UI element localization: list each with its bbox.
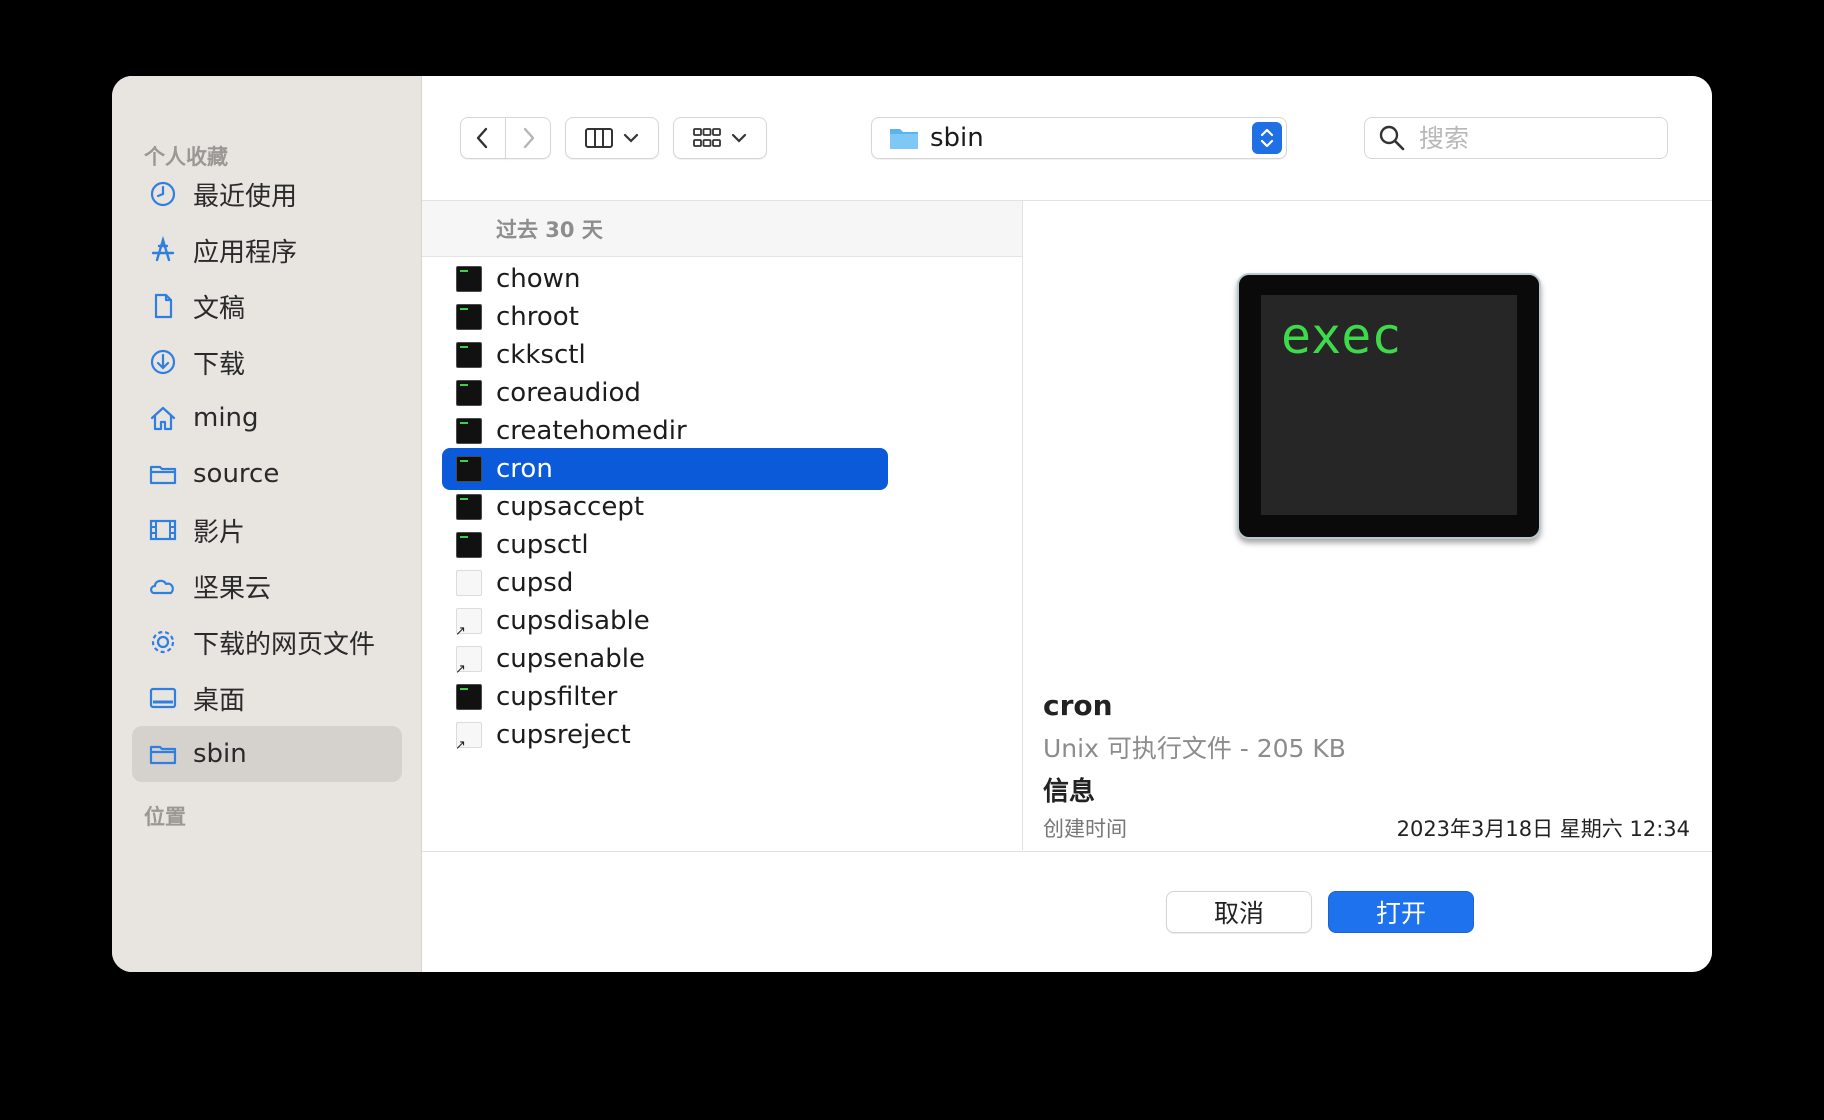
list-item[interactable]: cupsctl xyxy=(442,524,888,566)
list-item[interactable]: cupsreject xyxy=(442,714,888,756)
executable-icon xyxy=(456,304,482,330)
icon-text: exec xyxy=(1281,307,1402,365)
gear-icon xyxy=(147,626,179,658)
sidebar-item-recents[interactable]: 最近使用 xyxy=(132,166,402,222)
executable-icon xyxy=(456,266,482,292)
sidebar-item-applications[interactable]: 应用程序 xyxy=(132,222,402,278)
list-item[interactable]: cupsenable xyxy=(442,638,888,680)
executable-icon xyxy=(456,342,482,368)
executable-icon xyxy=(456,418,482,444)
search-input[interactable] xyxy=(1417,122,1661,154)
film-icon xyxy=(147,514,179,546)
home-icon xyxy=(147,402,179,434)
list-item[interactable]: ckksctl xyxy=(442,334,888,376)
preview-pane: exec cron Unix 可执行文件 - 205 KB 信息 创建时间 20… xyxy=(1023,201,1712,850)
alias-icon xyxy=(455,608,482,639)
sidebar-item-label: ming xyxy=(193,403,259,433)
alias-icon xyxy=(455,646,482,677)
executable-icon xyxy=(456,380,482,406)
list-item[interactable]: chown xyxy=(442,258,888,300)
clock-icon xyxy=(147,178,179,210)
open-button[interactable]: 打开 xyxy=(1328,891,1474,933)
list-item[interactable]: createhomedir xyxy=(442,410,888,452)
sidebar-heading-locations: 位置 xyxy=(144,805,186,829)
preview-created-value: 2023年3月18日 星期六 12:34 xyxy=(1396,817,1690,841)
cancel-button[interactable]: 取消 xyxy=(1166,891,1312,933)
sidebar-item-label: 下载 xyxy=(193,349,246,380)
sidebar-item-label: 最近使用 xyxy=(193,181,298,212)
grid-icon xyxy=(693,128,721,147)
preview-filename: cron xyxy=(1043,689,1113,722)
sidebar-item-desktop[interactable]: 桌面 xyxy=(132,670,402,726)
sidebar-item-label: sbin xyxy=(193,739,247,769)
folder-icon xyxy=(147,458,179,490)
forward-button[interactable] xyxy=(505,117,551,159)
sidebar-item-web-downloads[interactable]: 下载的网页文件 xyxy=(132,614,402,670)
columns-view-icon xyxy=(585,128,613,148)
apps-icon xyxy=(147,234,179,266)
executable-icon xyxy=(456,494,482,520)
sidebar-item-label: 文稿 xyxy=(193,293,246,324)
sidebar-item-label: 影片 xyxy=(193,517,246,548)
list-item[interactable]: coreaudiod xyxy=(442,372,888,414)
executable-icon: exec xyxy=(1237,273,1541,539)
sidebar-item-label: source xyxy=(193,459,280,489)
executable-icon xyxy=(456,456,482,482)
sidebar-item-label: 桌面 xyxy=(193,685,246,716)
chevron-down-icon xyxy=(623,133,639,143)
list-item[interactable]: chroot xyxy=(442,296,888,338)
download-icon xyxy=(147,346,179,378)
bottom-bar xyxy=(422,851,1712,972)
up-down-arrows-icon xyxy=(1260,128,1274,148)
sidebar-item-label: 坚果云 xyxy=(193,573,272,604)
sidebar-item-label: 应用程序 xyxy=(193,237,298,268)
path-popup[interactable]: sbin xyxy=(871,117,1287,159)
sidebar-item-movies[interactable]: 影片 xyxy=(132,502,402,558)
alias-icon xyxy=(455,722,482,753)
group-button[interactable] xyxy=(673,117,767,159)
back-button[interactable] xyxy=(460,117,506,159)
preview-created-label: 创建时间 xyxy=(1043,817,1127,841)
desktop-icon xyxy=(147,682,179,714)
sidebar-item-home[interactable]: ming xyxy=(132,390,402,446)
list-item[interactable]: cupsaccept xyxy=(442,486,888,528)
preview-info-heading: 信息 xyxy=(1043,777,1096,807)
folder-icon xyxy=(890,129,918,149)
document-icon xyxy=(456,570,482,596)
folder-icon xyxy=(147,738,179,770)
chevron-down-icon xyxy=(731,133,747,143)
document-icon xyxy=(147,290,179,322)
sidebar-item-source[interactable]: source xyxy=(132,446,402,502)
list-item[interactable]: cupsd xyxy=(442,562,888,604)
sidebar-item-documents[interactable]: 文稿 xyxy=(132,278,402,334)
view-mode-button[interactable] xyxy=(565,117,659,159)
path-stepper[interactable] xyxy=(1252,122,1282,154)
sidebar-item-label: 下载的网页文件 xyxy=(193,629,376,660)
list-section-header: 过去 30 天 xyxy=(422,201,1022,257)
list-item-selected[interactable]: cron xyxy=(442,448,888,490)
sidebar-item-downloads[interactable]: 下载 xyxy=(132,334,402,390)
preview-kind: Unix 可执行文件 - 205 KB xyxy=(1043,734,1346,763)
cloud-icon xyxy=(147,570,179,602)
executable-icon xyxy=(456,684,482,710)
toolbar: sbin xyxy=(422,76,1712,201)
chevron-right-icon xyxy=(523,127,535,149)
sidebar-item-nutstore[interactable]: 坚果云 xyxy=(132,558,402,614)
chevron-left-icon xyxy=(476,127,488,149)
search-icon xyxy=(1379,125,1405,151)
sidebar-item-sbin[interactable]: sbin xyxy=(132,726,402,782)
executable-icon xyxy=(456,532,482,558)
file-list: 过去 30 天 chown chroot ckksctl coreaudiod … xyxy=(422,201,1023,850)
open-file-dialog: 个人收藏 最近使用 应用程序 文稿 下载 ming source 影片 坚果云 … xyxy=(112,76,1712,972)
list-item[interactable]: cupsdisable xyxy=(442,600,888,642)
sidebar: 个人收藏 最近使用 应用程序 文稿 下载 ming source 影片 坚果云 … xyxy=(112,76,422,972)
list-item[interactable]: cupsfilter xyxy=(442,676,888,718)
search-field[interactable] xyxy=(1364,117,1668,159)
path-label: sbin xyxy=(930,123,984,153)
